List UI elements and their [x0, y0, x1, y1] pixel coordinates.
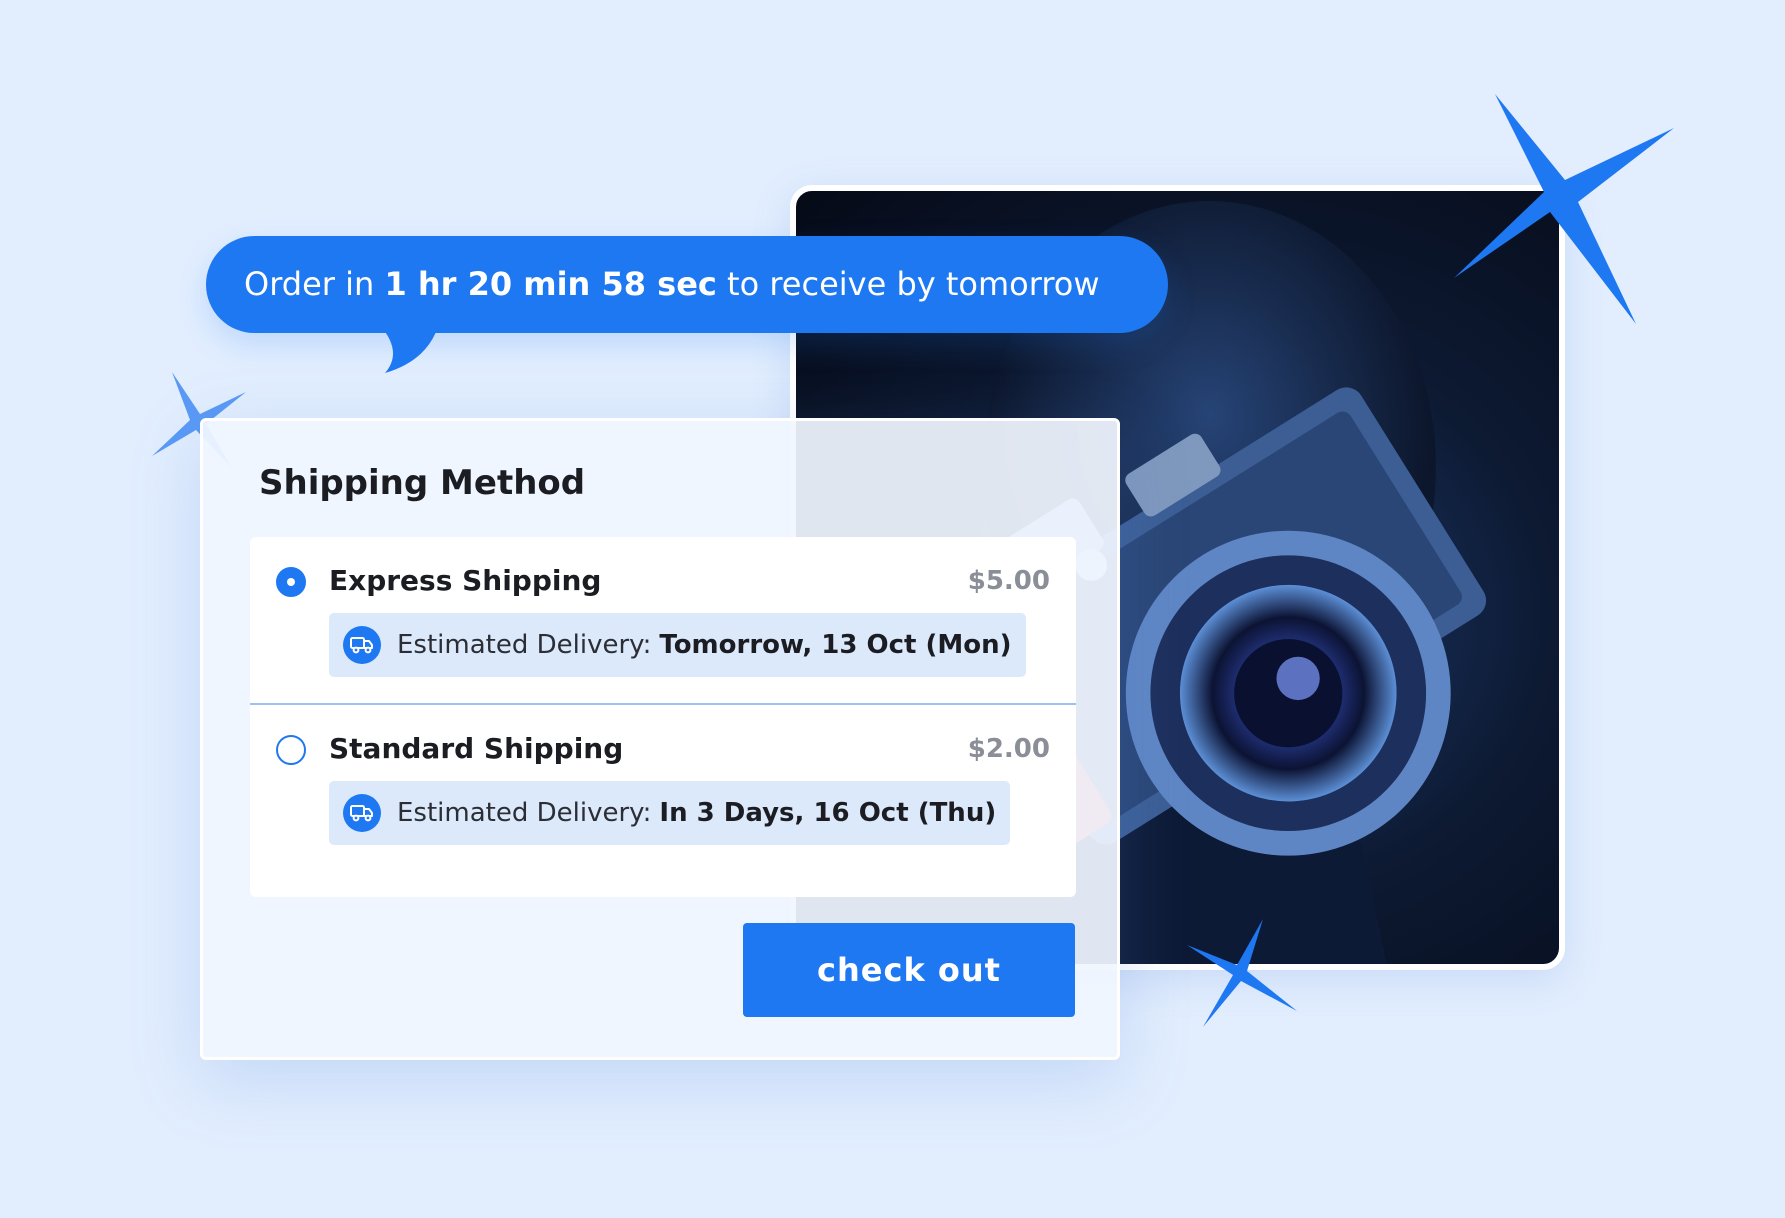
- truck-icon: [343, 626, 381, 664]
- standard-radio-button[interactable]: [276, 735, 306, 765]
- shipping-options-list: Express Shipping $5.00 Estimated Deliver…: [250, 537, 1076, 897]
- option-name: Standard Shipping: [329, 732, 624, 765]
- delivery-value: Tomorrow, 13 Oct (Mon): [659, 630, 1012, 660]
- speech-bubble-tail: [375, 320, 440, 373]
- delivery-value: In 3 Days, 16 Oct (Thu): [659, 798, 997, 828]
- express-radio-button[interactable]: [276, 567, 306, 597]
- truck-icon: [343, 794, 381, 832]
- shipping-option-standard[interactable]: Standard Shipping $2.00 Estimated Delive…: [250, 705, 1076, 871]
- checkout-button[interactable]: check out: [743, 923, 1075, 1017]
- sparkle-bottom-icon: [1187, 919, 1297, 1027]
- estimated-delivery-badge: Estimated Delivery: Tomorrow, 13 Oct (Mo…: [329, 613, 1026, 677]
- countdown-timer: 1 hr 20 min 58 sec: [384, 265, 717, 303]
- option-name: Express Shipping: [329, 564, 602, 597]
- option-price: $5.00: [967, 566, 1050, 596]
- banner-suffix: to receive by tomorrow: [727, 265, 1100, 303]
- option-price: $2.00: [967, 734, 1050, 764]
- shipping-method-title: Shipping Method: [259, 463, 586, 503]
- delivery-label: Estimated Delivery:: [397, 630, 652, 660]
- sparkle-large-icon: [1454, 94, 1674, 324]
- estimated-delivery-badge: Estimated Delivery: In 3 Days, 16 Oct (T…: [329, 781, 1011, 845]
- shipping-method-card: Shipping Method Express Shipping $5.00 E…: [200, 418, 1120, 1060]
- banner-prefix: Order in: [244, 265, 375, 303]
- shipping-option-express[interactable]: Express Shipping $5.00 Estimated Deliver…: [250, 537, 1076, 705]
- delivery-label: Estimated Delivery:: [397, 798, 652, 828]
- delivery-countdown-banner: Order in 1 hr 20 min 58 sec to receive b…: [206, 236, 1168, 333]
